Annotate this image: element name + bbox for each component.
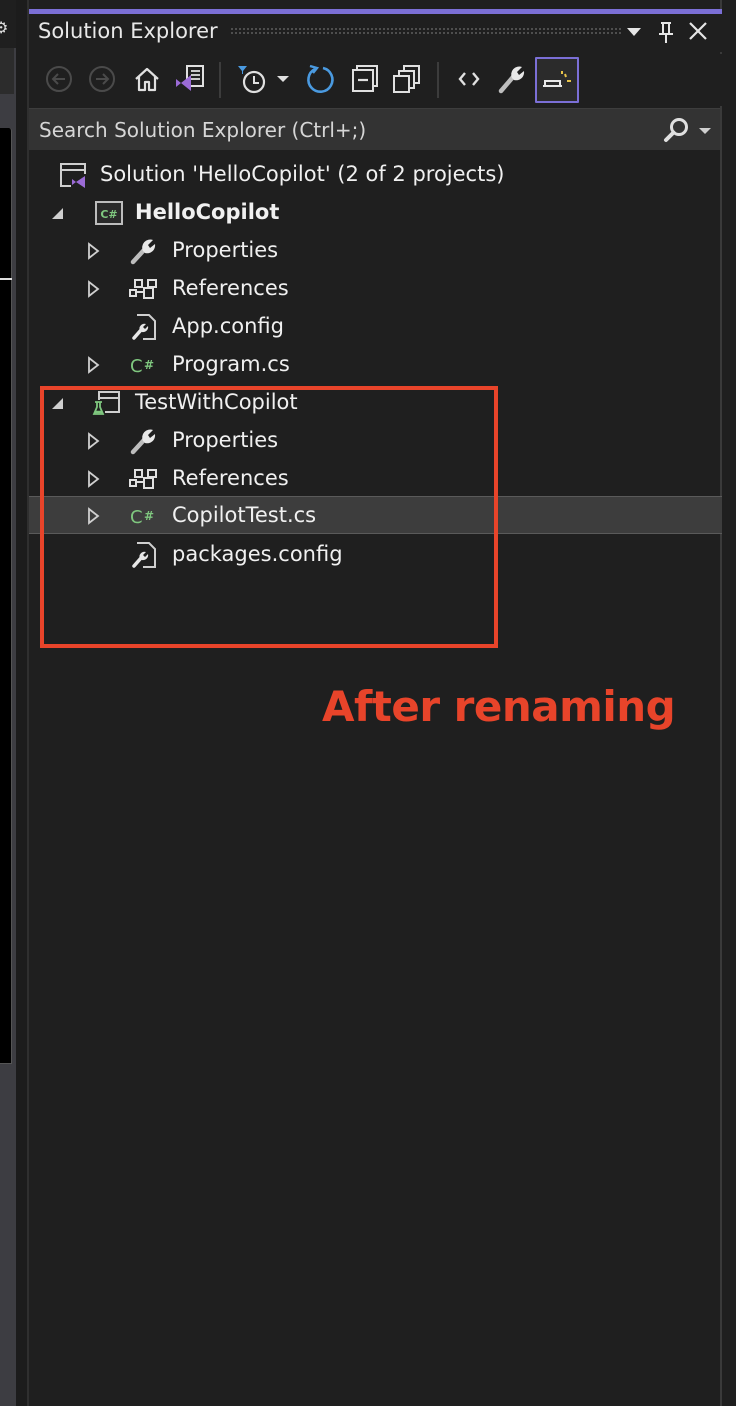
svg-text:#: #: [144, 358, 154, 372]
tree-node-label: Program.cs: [172, 352, 290, 376]
tree-node-label: References: [172, 276, 289, 300]
back-arrow-icon: [46, 66, 72, 92]
collapsed-arrow-icon[interactable]: [85, 280, 101, 298]
collapsed-arrow-icon[interactable]: [85, 432, 101, 450]
references-icon: [129, 279, 157, 299]
tree-node-references[interactable]: References: [29, 460, 722, 498]
pending-changes-filter-button[interactable]: [234, 61, 270, 97]
tree-node-program-cs[interactable]: C # Program.cs: [29, 346, 722, 384]
wrench-icon: [130, 239, 156, 265]
svg-text:C: C: [130, 356, 143, 377]
tree-node-properties[interactable]: Properties: [29, 422, 722, 460]
config-file-icon: [132, 542, 156, 568]
collapse-all-icon: [352, 65, 378, 92]
tree-node-label: Properties: [172, 238, 279, 262]
config-file-icon: [132, 314, 156, 340]
code-brackets-icon: [458, 72, 480, 86]
tree-node-packages-config[interactable]: packages.config: [29, 536, 722, 574]
editor-edge-tab: [0, 48, 14, 94]
references-icon: [129, 469, 157, 489]
toolbar-separator: [437, 62, 439, 98]
tree-node-references[interactable]: References: [29, 270, 722, 308]
show-all-files-icon: [393, 65, 420, 93]
search-placeholder: Search Solution Explorer (Ctrl+;): [39, 118, 367, 142]
show-all-files-button[interactable]: [389, 61, 425, 97]
editor-edge-line: [0, 278, 12, 280]
close-icon: [689, 22, 707, 40]
clock-filter-icon: [238, 66, 266, 94]
refresh-icon: [307, 64, 334, 93]
home-button[interactable]: [129, 61, 165, 97]
solution-explorer-toolbar: [29, 54, 722, 106]
tree-node-label: packages.config: [172, 542, 343, 566]
tree-node-label: Solution 'HelloCopilot' (2 of 2 projects…: [100, 162, 505, 186]
gear-icon[interactable]: ⚙: [0, 20, 8, 36]
tree-node-project[interactable]: C# HelloCopilot: [29, 194, 722, 232]
tree-node-label: App.config: [172, 314, 284, 338]
pin-button[interactable]: [655, 20, 677, 43]
expanded-arrow-icon[interactable]: [49, 394, 65, 412]
editor-edge: ⚙: [0, 0, 16, 1406]
csharp-file-icon: C #: [130, 507, 154, 528]
tree-node-label: HelloCopilot: [135, 200, 280, 224]
home-icon: [135, 67, 159, 92]
csharp-project-icon: C#: [95, 201, 123, 225]
tree-node-copilottest-cs[interactable]: C # CopilotTest.cs: [29, 496, 722, 534]
tree-node-project[interactable]: TestWithCopilot: [29, 384, 722, 422]
solution-icon: [60, 163, 88, 189]
back-button[interactable]: [41, 61, 77, 97]
collapsed-arrow-icon[interactable]: [85, 507, 101, 525]
test-project-icon: [92, 391, 120, 417]
preview-selected-items-button[interactable]: [535, 57, 579, 103]
tree-node-label: Properties: [172, 428, 279, 452]
annotation-label: After renaming: [322, 682, 676, 731]
forward-button[interactable]: [84, 61, 120, 97]
svg-text:C: C: [130, 507, 143, 528]
collapsed-arrow-icon[interactable]: [85, 242, 101, 260]
view-code-button[interactable]: [451, 61, 487, 97]
forward-arrow-icon: [89, 66, 115, 92]
properties-button[interactable]: [494, 61, 530, 97]
collapse-all-button[interactable]: [347, 61, 383, 97]
dropdown-arrow-icon: [627, 28, 641, 36]
expanded-arrow-icon[interactable]: [49, 204, 65, 222]
svg-text:C#: C#: [100, 208, 117, 221]
panel-title: Solution Explorer: [38, 19, 218, 43]
collapsed-arrow-icon[interactable]: [85, 356, 101, 374]
tree-node-app-config[interactable]: App.config: [29, 308, 722, 346]
pin-icon: [659, 22, 673, 43]
tree-node-properties[interactable]: Properties: [29, 232, 722, 270]
tree-node-label: TestWithCopilot: [135, 390, 298, 414]
preview-icon: [543, 71, 571, 87]
window-position-dropdown-button[interactable]: [623, 20, 645, 42]
wrench-icon: [130, 429, 156, 455]
pending-changes-dropdown-button[interactable]: [273, 61, 293, 97]
tree-node-label: CopilotTest.cs: [172, 503, 317, 527]
sync-with-active-document-button[interactable]: [302, 61, 338, 97]
search-solution-explorer-input[interactable]: Search Solution Explorer (Ctrl+;): [29, 108, 720, 150]
search-options-dropdown-icon[interactable]: [699, 128, 711, 134]
switch-views-icon: [176, 65, 204, 91]
search-icon[interactable]: [661, 115, 691, 145]
right-margin: [722, 0, 736, 1406]
tree-node-solution[interactable]: Solution 'HelloCopilot' (2 of 2 projects…: [29, 156, 722, 194]
drag-grip[interactable]: [230, 27, 623, 35]
close-button[interactable]: [687, 20, 709, 42]
csharp-file-icon: C #: [130, 356, 154, 377]
svg-text:#: #: [144, 509, 154, 523]
wrench-icon: [498, 66, 525, 94]
dropdown-caret-icon: [277, 76, 289, 82]
toolbar-separator: [219, 62, 221, 98]
editor-edge-content: [0, 128, 12, 1064]
switch-views-button[interactable]: [172, 61, 208, 97]
panel-title-bar[interactable]: Solution Explorer: [29, 14, 722, 52]
tree-node-label: References: [172, 466, 289, 490]
collapsed-arrow-icon[interactable]: [85, 470, 101, 488]
